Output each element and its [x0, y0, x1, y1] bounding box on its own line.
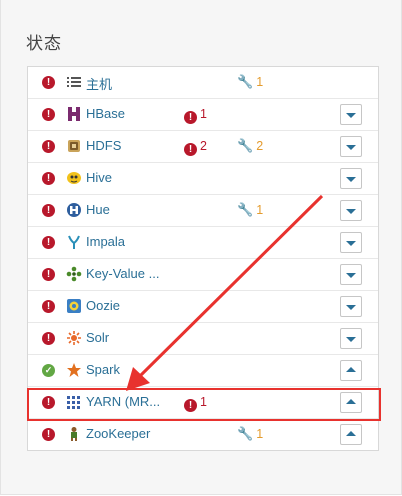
annotation-arrow-line: [138, 194, 324, 378]
annotation-arrow: [126, 194, 324, 391]
